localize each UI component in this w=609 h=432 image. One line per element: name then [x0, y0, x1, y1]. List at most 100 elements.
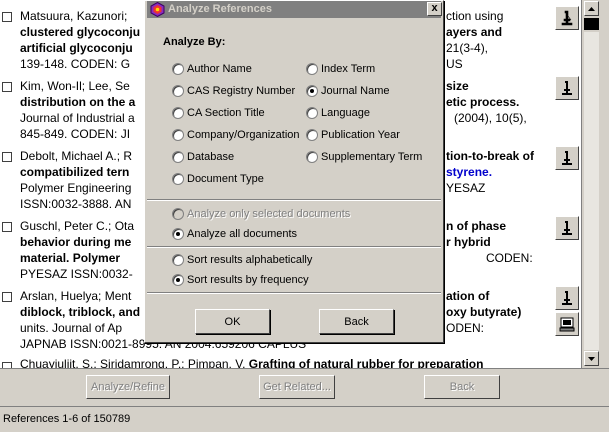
radio-ca-section-title[interactable]: [172, 107, 184, 119]
result-title-fragment: ation of: [446, 289, 490, 303]
result-authors: Guschl, Peter C.; Ota: [20, 219, 135, 233]
arrow-up-icon: [588, 6, 595, 11]
result-title-fragment: etic process.: [446, 95, 520, 109]
bottom-toolbar: Analyze/Refine Get Related... Back: [0, 368, 609, 406]
microscope-icon[interactable]: [555, 286, 579, 310]
close-button[interactable]: x: [427, 2, 442, 16]
result-title-fragment: oxy butyrate): [446, 305, 522, 319]
result-title: behavior during me: [20, 235, 132, 249]
result-title-fragment: r hybrid: [446, 235, 491, 249]
option-label: Journal Name: [321, 85, 390, 97]
option-label: Supplementary Term: [321, 151, 423, 163]
computer-icon[interactable]: [555, 312, 579, 336]
divider: [147, 199, 441, 201]
result-authors: Arslan, Huelya; Ment: [20, 289, 132, 303]
dialog-titlebar[interactable]: Analyze References x: [147, 1, 442, 18]
option-label: CAS Registry Number: [187, 85, 296, 97]
microscope-icon[interactable]: [555, 146, 579, 170]
radio-journal-name[interactable]: [306, 85, 318, 97]
app-icon: [150, 2, 165, 17]
radio-sort-alphabetically[interactable]: [172, 254, 184, 266]
result-source: units. Journal of Ap: [20, 321, 123, 335]
analyze-references-dialog: Analyze References x Analyze By: Author …: [144, 0, 444, 343]
result-checkbox[interactable]: [2, 292, 12, 302]
result-title: distribution on the a: [20, 95, 136, 109]
scroll-up-button[interactable]: [584, 1, 599, 16]
option-label: Analyze only selected documents: [187, 208, 351, 220]
option-label: Company/Organization: [187, 129, 300, 141]
ok-button[interactable]: OK: [195, 309, 270, 334]
result-title-fragment: styrene.: [446, 165, 493, 179]
result-source: PYESAZ ISSN:0032-: [20, 267, 133, 281]
result-source-fragment: US: [446, 57, 463, 71]
option-label: Sort results alphabetically: [187, 254, 313, 266]
result-source-fragment: CODEN:: [486, 251, 533, 265]
result-title: material. Polymer: [20, 251, 121, 265]
radio-analyze-all[interactable]: [172, 228, 184, 240]
option-label: Index Term: [321, 63, 376, 75]
result-authors: Debolt, Michael A.; R: [20, 149, 133, 163]
result-title: clustered glycoconju: [20, 25, 141, 39]
result-source: Polymer Engineering: [20, 181, 132, 195]
result-authors-text: Chuayjuljit, S.; Siridamrong, P.; Pimpan…: [20, 357, 249, 368]
radio-analyze-selected[interactable]: [172, 208, 184, 220]
result-authors: Kim, Won-Il; Lee, Se: [20, 79, 130, 93]
result-source: 845-849. CODEN: JI: [20, 127, 131, 141]
arrow-down-icon: [588, 356, 595, 361]
option-label: CA Section Title: [187, 107, 265, 119]
option-label: Language: [321, 107, 370, 119]
result-source: ISSN:0032-3888. AN: [20, 197, 132, 211]
option-label: Document Type: [187, 173, 264, 185]
radio-database[interactable]: [172, 151, 184, 163]
back-button[interactable]: Back: [424, 375, 500, 399]
result-checkbox[interactable]: [2, 12, 12, 22]
dialog-back-button[interactable]: Back: [319, 309, 394, 334]
scroll-down-button[interactable]: [584, 351, 599, 366]
result-source: 139-148. CODEN: G: [20, 57, 131, 71]
result-source-fragment: (2004), 10(5),: [454, 111, 527, 125]
analyze-refine-button[interactable]: Analyze/Refine: [86, 375, 170, 399]
option-label: Author Name: [187, 63, 252, 75]
result-checkbox[interactable]: [2, 222, 12, 232]
result-authors: Matsuura, Kazunori;: [20, 9, 128, 23]
result-source: Journal of Industrial a: [20, 111, 135, 125]
scroll-track[interactable]: [584, 32, 599, 350]
result-title: compatibilized tern: [20, 165, 130, 179]
status-bar: References 1-6 of 150789: [0, 406, 609, 432]
scroll-thumb[interactable]: [584, 18, 599, 30]
analyze-by-label: Analyze By:: [163, 36, 226, 48]
option-label: Publication Year: [321, 129, 400, 141]
vertical-scrollbar[interactable]: [581, 0, 609, 368]
option-label: Database: [187, 151, 235, 163]
microscope-icon[interactable]: [555, 6, 579, 30]
get-related-button[interactable]: Get Related...: [259, 375, 335, 399]
radio-supplementary-term[interactable]: [306, 151, 318, 163]
radio-language[interactable]: [306, 107, 318, 119]
option-label: Sort results by frequency: [187, 274, 309, 286]
dialog-title: Analyze References: [168, 3, 272, 15]
result-source-fragment: 21(3-4),: [446, 41, 489, 55]
result-title: artificial glycoconju: [20, 41, 133, 55]
radio-index-term[interactable]: [306, 63, 318, 75]
radio-author-name[interactable]: [172, 63, 184, 75]
result-title: Grafting of natural rubber for preparati…: [248, 357, 484, 368]
result-title-fragment: ayers and: [446, 25, 503, 39]
radio-cas-registry-number[interactable]: [172, 85, 184, 97]
result-source-fragment: YESAZ: [446, 181, 486, 195]
result-title-fragment: ction using: [446, 9, 504, 23]
result-checkbox[interactable]: [2, 152, 12, 162]
radio-document-type[interactable]: [172, 173, 184, 185]
result-title-fragment: size: [446, 79, 469, 93]
divider: [147, 292, 441, 294]
radio-publication-year[interactable]: [306, 129, 318, 141]
result-title: diblock, triblock, and: [20, 305, 141, 319]
divider: [147, 246, 441, 248]
radio-company-organization[interactable]: [172, 129, 184, 141]
result-title-fragment: tion-to-break of: [446, 149, 534, 163]
microscope-icon[interactable]: [555, 76, 579, 100]
result-source-fragment: ODEN:: [446, 321, 485, 335]
result-checkbox[interactable]: [2, 82, 12, 92]
radio-sort-frequency[interactable]: [172, 274, 184, 286]
result-authors: Chuayjuljit, S.; Siridamrong, P.; Pimpan…: [20, 356, 483, 368]
microscope-icon[interactable]: [555, 216, 579, 240]
